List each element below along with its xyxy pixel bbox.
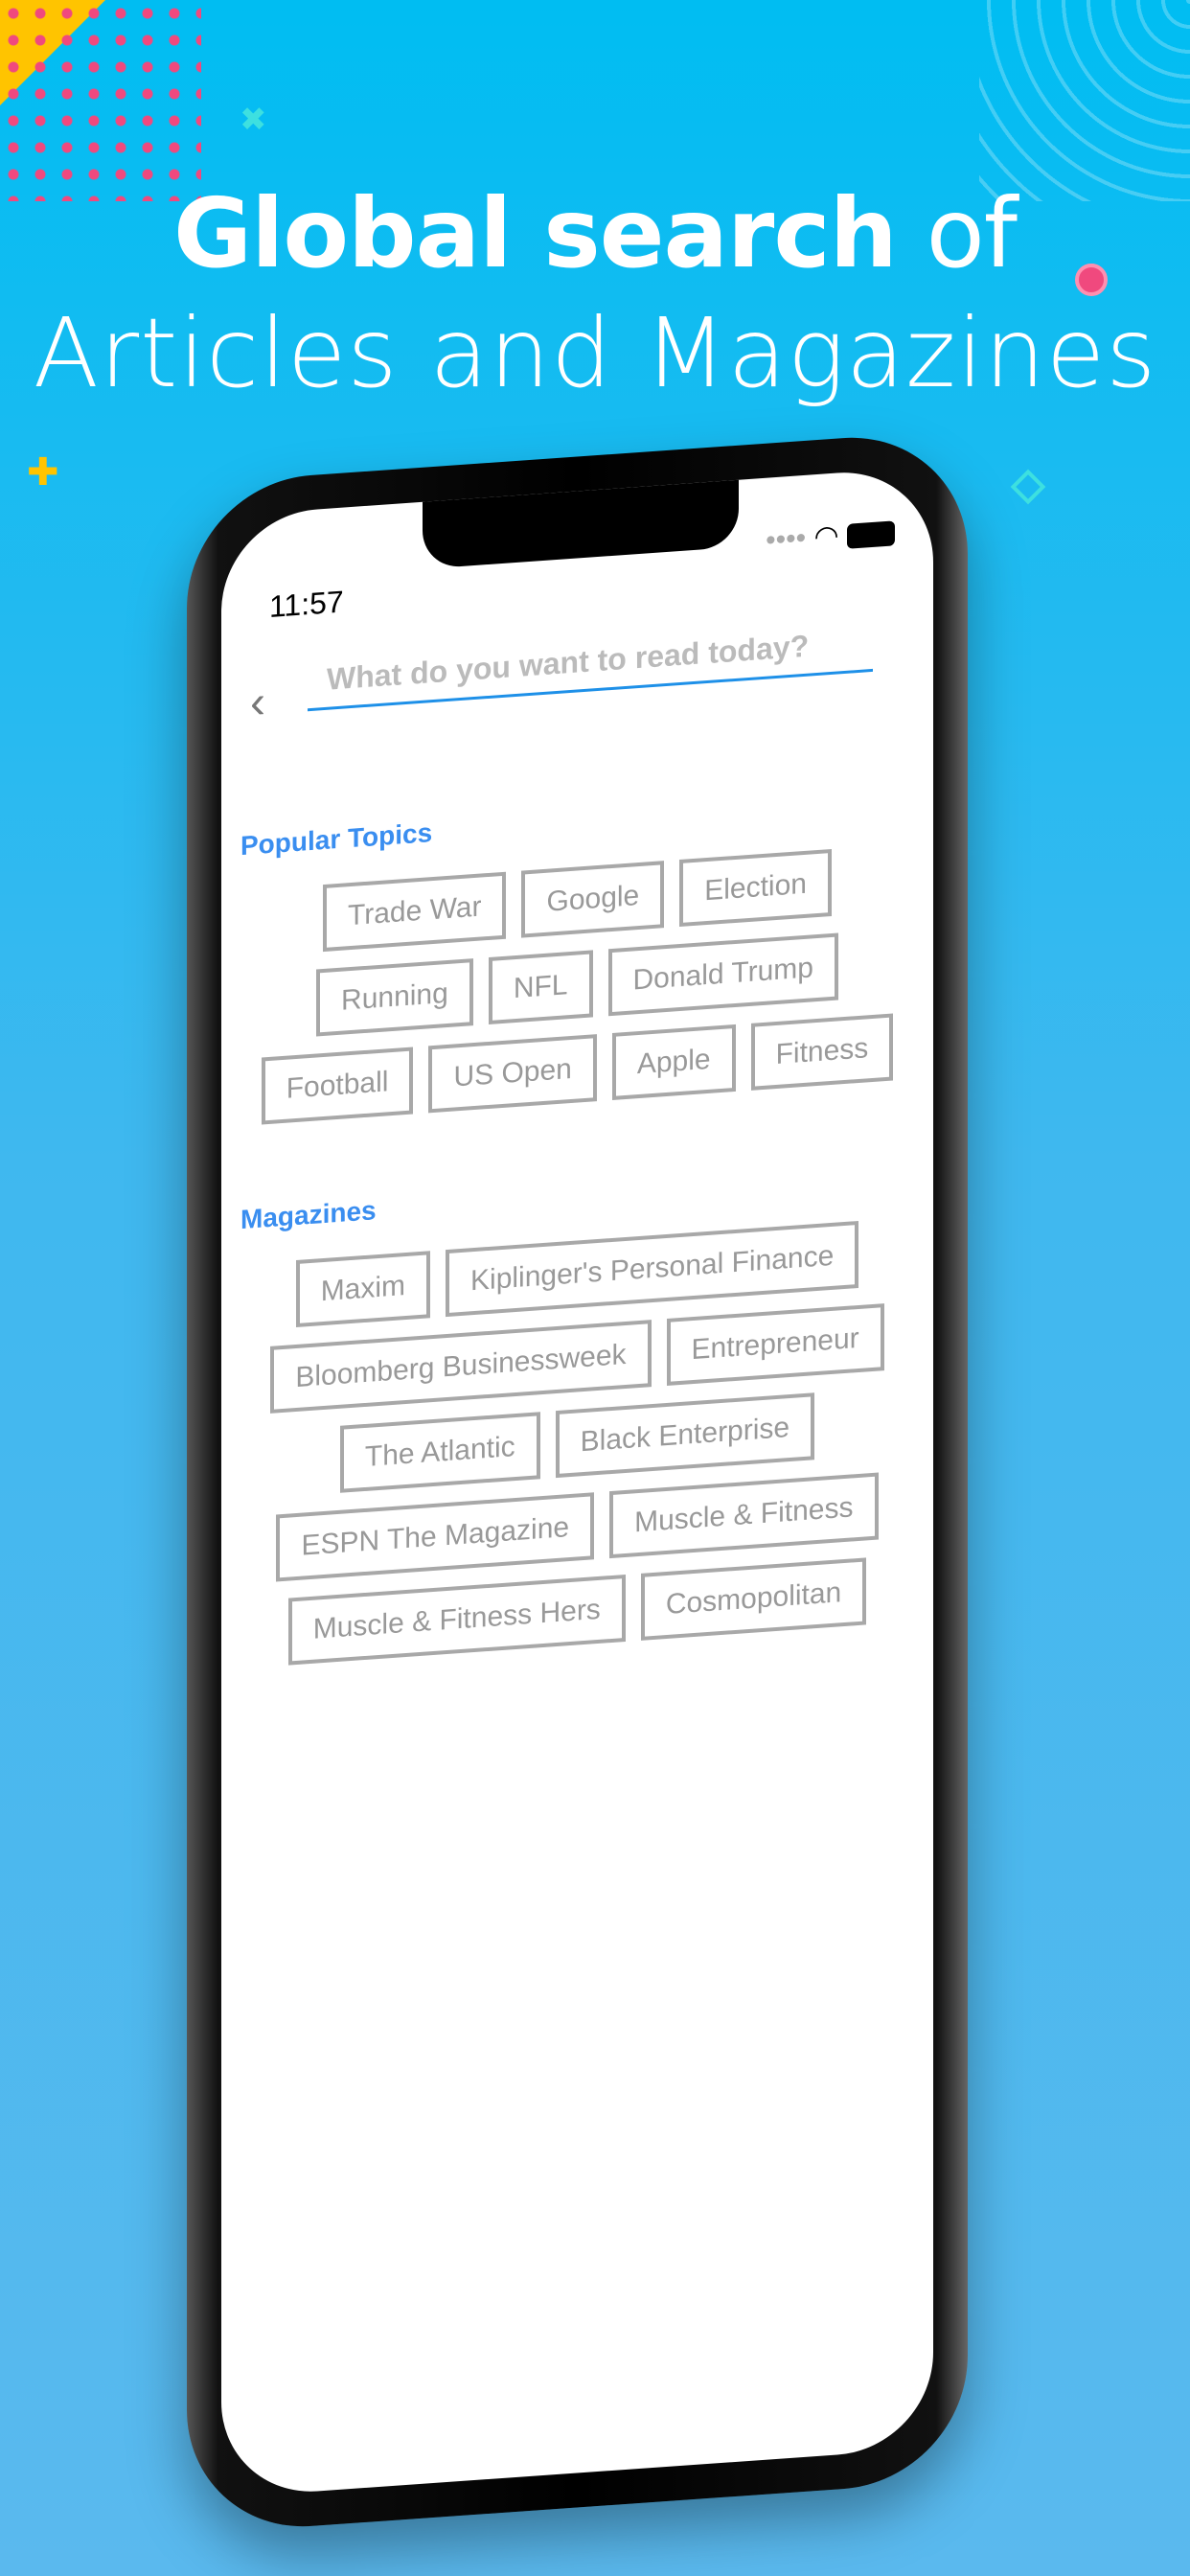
topic-chip[interactable]: Fitness <box>750 1013 894 1091</box>
headline-line1: Global search of <box>0 177 1190 289</box>
topic-chip[interactable]: Football <box>261 1046 414 1125</box>
status-icons: •••• ◠ <box>766 515 895 557</box>
phone-screen: 11:57 •••• ◠ ‹ Popular Topics Trade WarG… <box>221 466 933 2498</box>
magazines-section: Magazines Maxim Kiplinger's Personal Fina… <box>240 1158 914 1668</box>
decor-cross: ✖ <box>240 102 267 138</box>
headline-line2: Articles and Magazines <box>33 297 1157 409</box>
topic-chip[interactable]: Trade War <box>323 871 507 953</box>
topic-chip[interactable]: Apple <box>611 1024 736 1100</box>
magazine-chip[interactable]: Bloomberg Businessweek <box>270 1320 652 1414</box>
decor-rings <box>979 0 1190 201</box>
topic-chip[interactable]: Election <box>679 848 832 928</box>
popular-topics-section: Popular Topics Trade War Google Election Ru… <box>240 784 914 1126</box>
signal-icon: •••• <box>766 521 807 557</box>
magazine-chip[interactable]: The Atlantic <box>339 1412 540 1493</box>
notch <box>423 479 739 569</box>
topic-chips: Trade War Google Election Running NFL Donald … <box>240 843 914 1126</box>
phone-frame: 11:57 •••• ◠ ‹ Popular Topics Trade WarG… <box>187 429 968 2535</box>
wifi-icon: ◠ <box>813 519 839 554</box>
magazine-chip[interactable]: Muscle & Fitness Hers <box>287 1574 626 1666</box>
headline-bold: Global search <box>172 177 898 289</box>
magazine-chip[interactable]: Kiplinger's Personal Finance <box>446 1220 859 1318</box>
magazine-chip[interactable]: Muscle & Fitness <box>609 1472 879 1559</box>
chevron-left-icon[interactable]: ‹ <box>250 676 265 729</box>
magazine-chips: Maxim Kiplinger's Personal Finance Bloombe… <box>240 1217 914 1668</box>
magazine-chip[interactable]: Maxim <box>295 1251 431 1328</box>
magazine-chip[interactable]: Entrepreneur <box>666 1303 884 1386</box>
magazine-chip[interactable]: Black Enterprise <box>555 1392 815 1479</box>
status-time: 11:57 <box>269 584 344 624</box>
magazine-chip[interactable]: ESPN The Magazine <box>276 1492 595 1582</box>
topic-chip[interactable]: NFL <box>488 950 593 1024</box>
battery-icon <box>847 520 895 549</box>
topic-chip[interactable]: Donald Trump <box>607 932 838 1017</box>
magazine-chip[interactable]: Cosmopolitan <box>640 1557 867 1641</box>
search-input[interactable] <box>308 613 873 712</box>
decor-diamond <box>1010 469 1046 505</box>
decor-dots <box>0 0 201 201</box>
topic-chip[interactable]: Running <box>316 958 473 1037</box>
topic-chip[interactable]: US Open <box>428 1034 597 1114</box>
headline-rest: of <box>896 177 1018 289</box>
decor-plus: ✚ <box>27 451 59 494</box>
topic-chip[interactable]: Google <box>521 861 665 938</box>
